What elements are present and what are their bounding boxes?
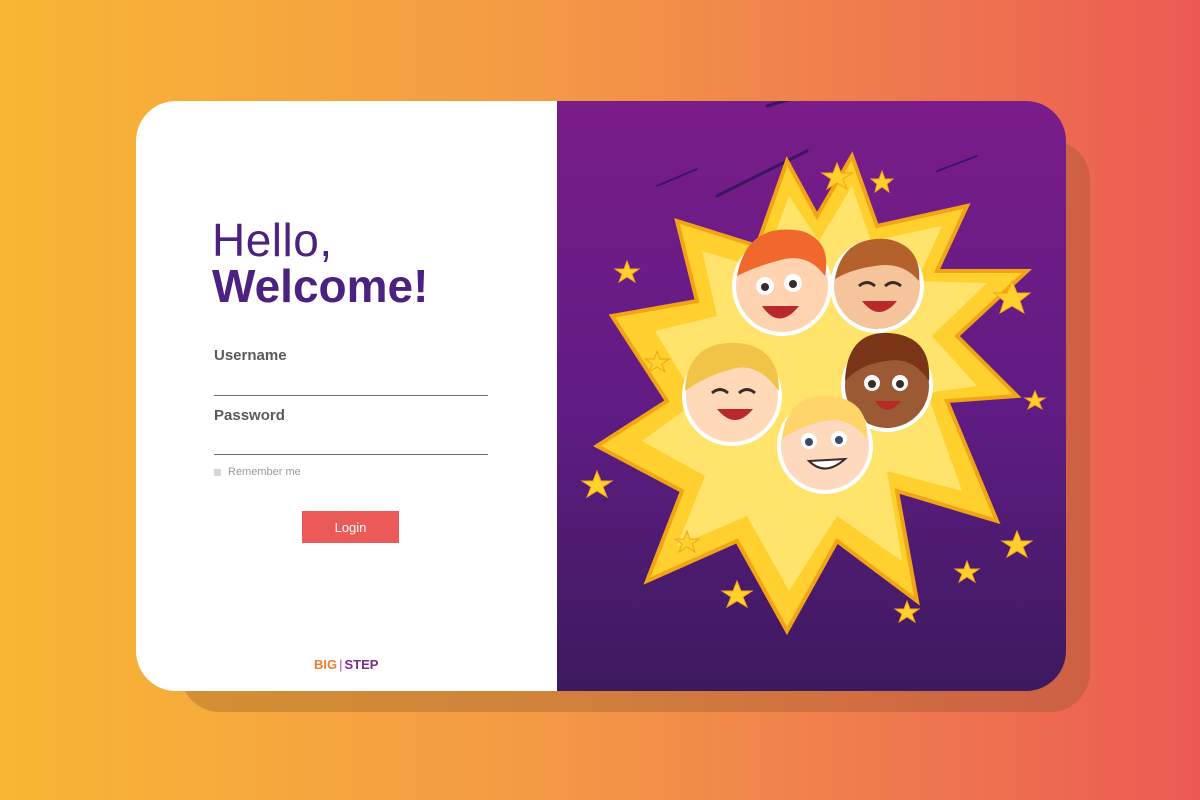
remember-me[interactable]: Remember me: [214, 466, 301, 478]
kid-brown-hair: [830, 238, 924, 333]
kid-blonde-boy: [777, 395, 873, 494]
remember-checkbox[interactable]: [214, 468, 221, 476]
password-label: Password: [214, 407, 285, 424]
username-label: Username: [214, 347, 287, 364]
illustration-panel: [557, 101, 1066, 691]
brand-logo: BIG | STEP: [314, 657, 378, 672]
login-card: Hello, Welcome! Username Password Rememb…: [136, 101, 1066, 691]
kids-cheering-illustration: [580, 101, 1047, 636]
brand-logo-left: BIG: [314, 657, 338, 672]
remember-label: Remember me: [228, 466, 301, 478]
username-input[interactable]: [214, 373, 488, 396]
kid-blonde-girl: [682, 342, 782, 446]
password-input[interactable]: [214, 432, 488, 455]
brand-logo-separator: |: [339, 657, 343, 672]
login-button[interactable]: Login: [302, 511, 399, 543]
greeting-welcome: Welcome!: [212, 260, 429, 312]
login-panel: Hello, Welcome! Username Password Rememb…: [136, 101, 557, 691]
brand-logo-right: STEP: [344, 657, 379, 672]
